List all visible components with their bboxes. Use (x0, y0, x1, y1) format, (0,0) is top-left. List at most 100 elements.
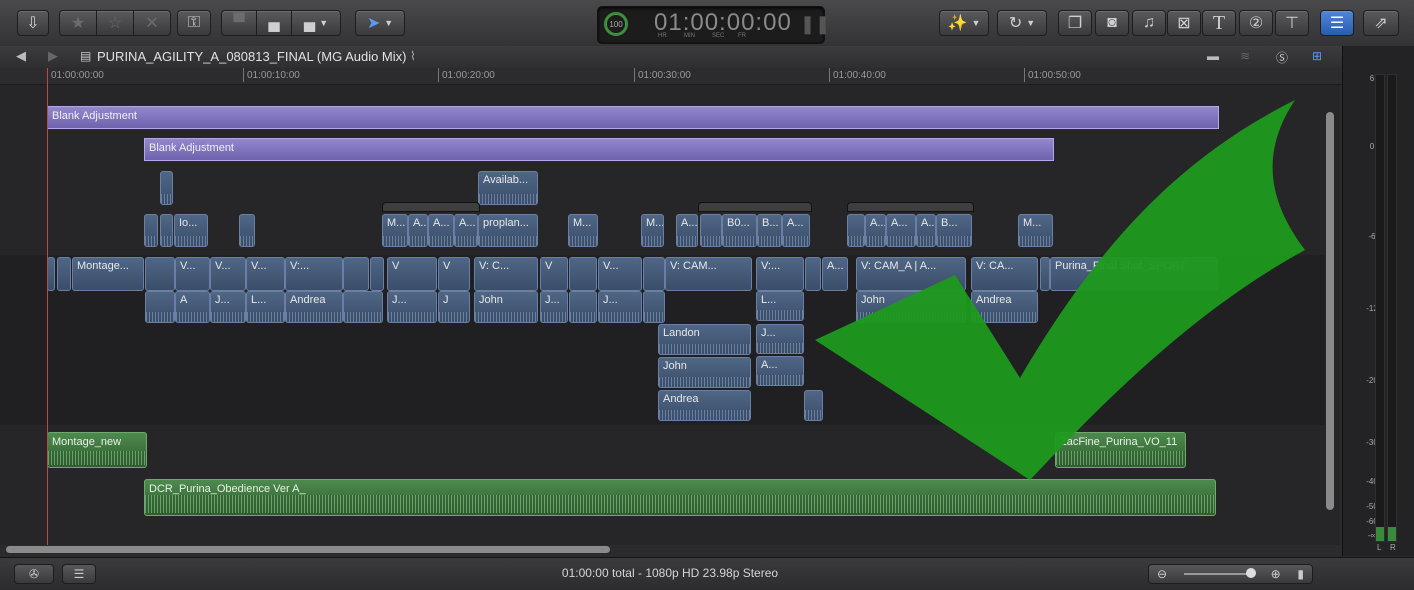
storyline-clip[interactable]: A... (822, 257, 848, 291)
connect-button[interactable]: ▀ (221, 10, 257, 36)
playhead[interactable] (47, 68, 48, 545)
audio-subclip[interactable]: A... (756, 356, 804, 386)
audio-subclip[interactable]: Andrea (658, 390, 751, 421)
audio-subclip[interactable]: J... (756, 324, 804, 354)
audio-subclip[interactable]: John (658, 357, 751, 388)
connected-clip[interactable] (700, 214, 722, 247)
unrate-button[interactable]: ☆ (96, 10, 134, 36)
zoom-in-icon[interactable]: ⊕ (1271, 567, 1281, 581)
audio-subclip[interactable] (569, 291, 597, 323)
storyline-clip[interactable]: Montage... (72, 257, 144, 291)
storyline-clip[interactable] (57, 257, 71, 291)
connected-clip[interactable]: M... (641, 214, 664, 247)
audio-subclip[interactable]: J... (387, 291, 437, 323)
reject-button[interactable]: ✕ (133, 10, 171, 36)
generators-button[interactable]: ② (1239, 10, 1273, 36)
connected-clip[interactable]: A... (676, 214, 698, 247)
storyline-clip[interactable]: V:... (285, 257, 343, 291)
storyline-clip[interactable] (47, 257, 55, 291)
audio-skimming-icon[interactable]: ≋ (1240, 49, 1250, 63)
storyline-clip[interactable]: V (387, 257, 437, 291)
audio-subclip[interactable]: J... (210, 291, 246, 323)
connected-clip[interactable]: Availab... (478, 171, 538, 205)
themes-button[interactable]: ⊤ (1275, 10, 1309, 36)
timeline-area[interactable]: Blank Adjustment Blank Adjustment Availa… (0, 85, 1340, 545)
storyline-clip[interactable]: V (438, 257, 470, 291)
audio-subclip[interactable]: Andrea (285, 291, 343, 323)
browser-button[interactable]: ❐ (1058, 10, 1092, 36)
connected-clip[interactable]: proplan... (478, 214, 538, 247)
solo-icon[interactable]: Ⓢ (1276, 49, 1288, 66)
forward-arrow-icon[interactable]: ▶ (48, 48, 58, 64)
storyline-clip[interactable] (145, 257, 175, 291)
music-button[interactable]: ♫ (1132, 10, 1166, 36)
connected-clip[interactable]: B... (936, 214, 972, 247)
music-clip[interactable]: DCR_Purina_Obedience Ver A_ (144, 479, 1216, 516)
zoom-slider[interactable] (1183, 568, 1256, 578)
storyline-clip[interactable] (569, 257, 597, 291)
storyline-clip[interactable]: V... (246, 257, 285, 291)
audio-subclip[interactable]: John (474, 291, 538, 323)
connected-clip[interactable] (160, 171, 173, 205)
tool-select-button[interactable]: ➤ ▼ (355, 10, 405, 36)
connected-clip[interactable] (144, 214, 158, 247)
timecode-display[interactable]: 100 01:00:00:00 HR MIN SEC FR ❚❚ (597, 6, 830, 44)
back-arrow-icon[interactable]: ◀ (16, 48, 26, 64)
music-clip[interactable]: ZacFine_Purina_VO_11 (1055, 432, 1186, 468)
inspector-button[interactable]: ☰ (1320, 10, 1354, 36)
time-ruler[interactable]: 01:00:00:00 01:00:10:00 01:00:20:00 01:0… (0, 68, 1342, 85)
horizontal-scrollbar[interactable] (6, 546, 610, 553)
insert-button[interactable]: ▄ (256, 10, 292, 36)
clip-appearance-icon[interactable]: ▮ (1297, 567, 1304, 581)
audio-subclip[interactable]: John (856, 291, 966, 323)
connected-clip[interactable]: A... (428, 214, 454, 247)
photos-button[interactable]: ◙ (1095, 10, 1129, 36)
storyline-clip[interactable] (343, 257, 369, 291)
storyline-clip[interactable]: V... (210, 257, 246, 291)
connected-clip[interactable] (239, 214, 255, 247)
audio-subclip[interactable] (804, 390, 823, 421)
connected-clip[interactable]: M... (382, 214, 408, 247)
keyword-button[interactable]: ⚿ (177, 10, 211, 36)
adjustment-clip[interactable]: Blank Adjustment (144, 138, 1054, 161)
audio-subclip[interactable] (145, 291, 175, 323)
connected-clip[interactable]: A... (782, 214, 810, 247)
audio-subclip[interactable]: L... (246, 291, 285, 323)
connected-clip[interactable]: A... (886, 214, 916, 247)
audio-subclip[interactable]: Andrea (971, 291, 1038, 323)
vertical-scrollbar[interactable] (1326, 112, 1334, 510)
storyline-clip[interactable]: V... (175, 257, 210, 291)
storyline-clip[interactable]: V... (598, 257, 642, 291)
favorite-button[interactable]: ★ (59, 10, 97, 36)
storyline-clip[interactable]: V (540, 257, 568, 291)
titles-button[interactable]: T (1202, 10, 1236, 36)
connected-clip[interactable]: M... (1018, 214, 1053, 247)
audio-subclip[interactable] (643, 291, 665, 323)
connected-clip[interactable]: M... (568, 214, 598, 247)
audio-subclip[interactable]: J (438, 291, 470, 323)
adjustment-clip[interactable]: Blank Adjustment (47, 106, 1219, 129)
storyline-clip[interactable]: V: CAM... (665, 257, 752, 291)
storyline-clip[interactable]: V: CA... (971, 257, 1038, 291)
enhance-button[interactable]: ✨ ▼ (939, 10, 989, 36)
connected-clip[interactable]: A... (408, 214, 428, 247)
storyline-clip[interactable] (643, 257, 665, 291)
connected-clip[interactable]: B0... (722, 214, 757, 247)
connected-clip[interactable]: A... (454, 214, 478, 247)
connected-clip[interactable] (160, 214, 173, 247)
audio-subclip[interactable] (343, 291, 383, 323)
zoom-control[interactable]: ⊖ ⊕ ▮ (1148, 564, 1313, 584)
audio-subclip[interactable]: J... (540, 291, 568, 323)
storyline-clip[interactable]: V: CAM_A | A... (856, 257, 966, 291)
audio-subclip[interactable]: A (175, 291, 210, 323)
storyline-clip[interactable] (1040, 257, 1050, 291)
zoom-out-icon[interactable]: ⊖ (1157, 567, 1167, 581)
storyline-clip[interactable] (805, 257, 821, 291)
storyline-clip[interactable] (370, 257, 384, 291)
append-button[interactable]: ▄ ▼ (291, 10, 341, 36)
connected-clip[interactable]: B... (757, 214, 782, 247)
music-clip[interactable]: Montage_new (47, 432, 147, 468)
connected-clip[interactable]: Io... (174, 214, 208, 247)
transitions-button[interactable]: ⊠ (1167, 10, 1201, 36)
clip-appearance-icon[interactable]: ▬ (1207, 49, 1219, 63)
